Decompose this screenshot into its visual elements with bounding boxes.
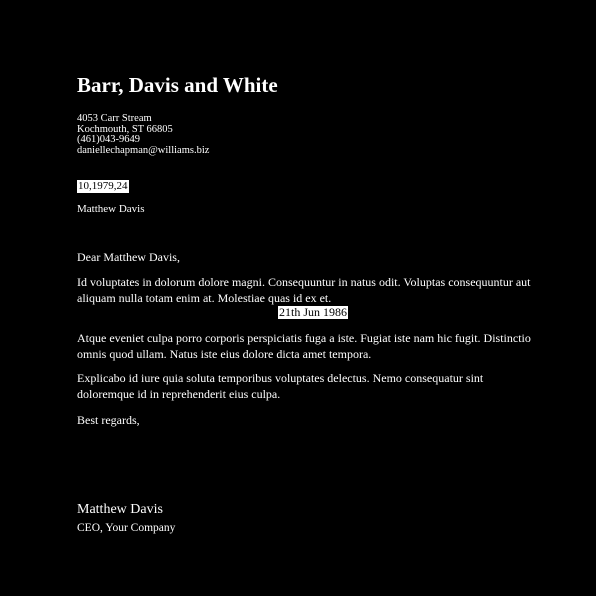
reference-number: 10,1979,24 (77, 180, 129, 193)
body-paragraph: Atque eveniet culpa porro corporis persp… (77, 331, 531, 361)
body-paragraph: Id voluptates in dolorum dolore magni. C… (77, 275, 531, 305)
recipient-name: Matthew Davis (77, 203, 145, 215)
letter-page: Barr, Davis and White 4053 Carr Stream K… (77, 0, 537, 596)
sender-address: 4053 Carr Stream Kochmouth, ST 66805 (46… (77, 113, 210, 156)
address-email: daniellechapman@williams.biz (77, 144, 210, 156)
signature-name: Matthew Davis (77, 502, 163, 517)
company-name: Barr, Davis and White (77, 73, 278, 97)
salutation: Dear Matthew Davis, (77, 250, 180, 264)
closing: Best regards, (77, 413, 140, 427)
signature-title: CEO, Your Company (77, 522, 176, 534)
body-paragraph: Explicabo id iure quia soluta temporibus… (77, 371, 484, 401)
address-phone: (461)043-9649 (77, 134, 140, 145)
address-street: 4053 Carr Stream (77, 113, 152, 124)
letter-date: 21th Jun 1986 (278, 305, 349, 319)
